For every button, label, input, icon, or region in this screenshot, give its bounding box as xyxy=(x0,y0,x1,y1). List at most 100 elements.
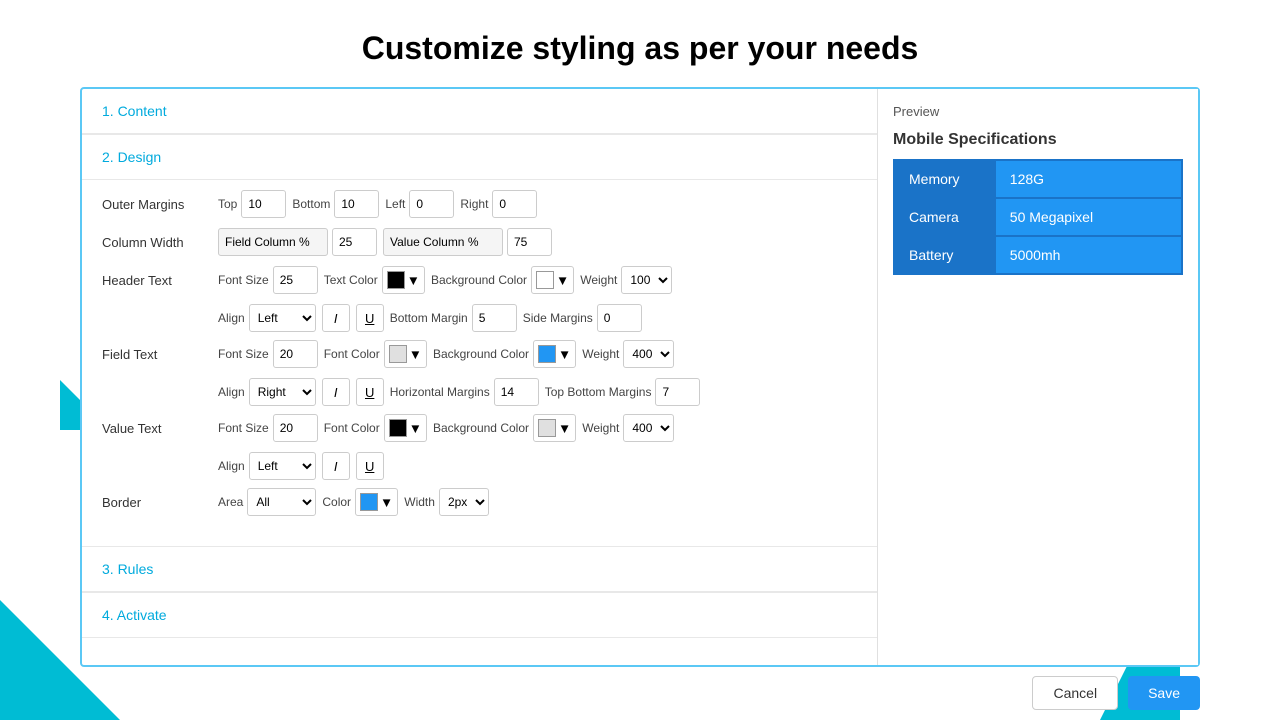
top-label: Top xyxy=(218,197,237,211)
border-color-swatch xyxy=(360,493,378,511)
value-fontcolor-swatch xyxy=(389,419,407,437)
header-weight-select[interactable]: 100400700 xyxy=(621,266,672,294)
header-textcolor-btn[interactable]: ▼ xyxy=(382,266,425,294)
value-bgcolor-btn[interactable]: ▼ xyxy=(533,414,576,442)
section-rules[interactable]: 3. Rules xyxy=(82,547,877,592)
value-align-label: Align xyxy=(218,459,245,473)
header-align-group: Align LeftCenterRight xyxy=(218,304,316,332)
bottom-input[interactable] xyxy=(334,190,379,218)
field-bgcolor-group: Background Color ▼ xyxy=(433,340,576,368)
value-fontcolor-group: Font Color ▼ xyxy=(324,414,427,442)
value-text-label: Value Text xyxy=(102,421,212,436)
field-fontcolor-chevron: ▼ xyxy=(409,347,422,362)
header-bottommargin-input[interactable] xyxy=(472,304,517,332)
border-color-chevron: ▼ xyxy=(380,495,393,510)
border-width-label: Width xyxy=(404,495,435,509)
header-fontsize-group: Font Size xyxy=(218,266,318,294)
value-fontsize-group: Font Size xyxy=(218,414,318,442)
header-bgcolor-group: Background Color ▼ xyxy=(431,266,574,294)
value-weight-select[interactable]: 400100700 xyxy=(623,414,674,442)
field-fontcolor-btn[interactable]: ▼ xyxy=(384,340,427,368)
field-text-label: Field Text xyxy=(102,347,212,362)
header-bgcolor-btn[interactable]: ▼ xyxy=(531,266,574,294)
value-text-row2: Align LeftCenterRight I U xyxy=(218,452,857,480)
value-text-row1: Value Text Font Size Font Color ▼ Backgr… xyxy=(102,414,857,442)
value-align-group: Align LeftCenterRight xyxy=(218,452,316,480)
value-align-select[interactable]: LeftCenterRight xyxy=(249,452,316,480)
field-fontsize-label: Font Size xyxy=(218,347,269,361)
border-color-label: Color xyxy=(322,495,351,509)
header-weight-label: Weight xyxy=(580,273,617,287)
value-fontcolor-btn[interactable]: ▼ xyxy=(384,414,427,442)
border-color-btn[interactable]: ▼ xyxy=(355,488,398,516)
preview-section-title: Mobile Specifications xyxy=(893,131,1183,149)
right-input[interactable] xyxy=(492,190,537,218)
header-bottommargin-label: Bottom Margin xyxy=(390,311,468,325)
value-col-value[interactable] xyxy=(507,228,552,256)
header-sidemargins-input[interactable] xyxy=(597,304,642,332)
header-weight-group: Weight 100400700 xyxy=(580,266,672,294)
value-fontcolor-label: Font Color xyxy=(324,421,380,435)
field-italic-btn[interactable]: I xyxy=(322,378,350,406)
field-col-value[interactable] xyxy=(332,228,377,256)
field-cell: Battery xyxy=(894,236,995,274)
field-align-group: Align RightLeftCenter xyxy=(218,378,316,406)
column-width-label: Column Width xyxy=(102,235,212,250)
header-underline-btn[interactable]: U xyxy=(356,304,384,332)
field-fontcolor-swatch xyxy=(389,345,407,363)
field-fontsize-input[interactable] xyxy=(273,340,318,368)
value-italic-btn[interactable]: I xyxy=(322,452,350,480)
field-topbottommargins-label: Top Bottom Margins xyxy=(545,385,652,399)
right-group: Right xyxy=(460,190,537,218)
field-bgcolor-chevron: ▼ xyxy=(558,347,571,362)
left-group: Left xyxy=(385,190,454,218)
field-bgcolor-label: Background Color xyxy=(433,347,529,361)
header-align-label: Align xyxy=(218,311,245,325)
right-panel: Preview Mobile Specifications Memory128G… xyxy=(878,89,1198,665)
table-row: Battery5000mh xyxy=(894,236,1182,274)
header-align-select[interactable]: LeftCenterRight xyxy=(249,304,316,332)
main-container: 1. Content 2. Design Outer Margins Top B… xyxy=(80,87,1200,667)
top-input[interactable] xyxy=(241,190,286,218)
value-weight-group: Weight 400100700 xyxy=(582,414,674,442)
cancel-button[interactable]: Cancel xyxy=(1032,676,1118,710)
value-cell: 50 Megapixel xyxy=(995,198,1182,236)
header-sidemargins-label: Side Margins xyxy=(523,311,593,325)
header-italic-btn[interactable]: I xyxy=(322,304,350,332)
field-underline-btn[interactable]: U xyxy=(356,378,384,406)
table-row: Memory128G xyxy=(894,160,1182,198)
preview-table: Memory128GCamera50 MegapixelBattery5000m… xyxy=(893,159,1183,275)
value-fontsize-label: Font Size xyxy=(218,421,269,435)
value-fontsize-input[interactable] xyxy=(273,414,318,442)
save-button[interactable]: Save xyxy=(1128,676,1200,710)
field-bgcolor-swatch xyxy=(538,345,556,363)
header-bgcolor-swatch xyxy=(536,271,554,289)
field-weight-select[interactable]: 400100700 xyxy=(623,340,674,368)
section-activate[interactable]: 4. Activate xyxy=(82,593,877,638)
header-bgcolor-label: Background Color xyxy=(431,273,527,287)
header-textcolor-swatch xyxy=(387,271,405,289)
header-fontsize-input[interactable] xyxy=(273,266,318,294)
left-input[interactable] xyxy=(409,190,454,218)
value-fontcolor-chevron: ▼ xyxy=(409,421,422,436)
border-width-select[interactable]: 2px1px3px4px xyxy=(439,488,489,516)
value-underline-btn[interactable]: U xyxy=(356,452,384,480)
preview-title: Preview xyxy=(893,104,1183,119)
left-panel: 1. Content 2. Design Outer Margins Top B… xyxy=(82,89,878,665)
section-design[interactable]: 2. Design xyxy=(82,135,877,180)
section-content[interactable]: 1. Content xyxy=(82,89,877,134)
border-width-group: Width 2px1px3px4px xyxy=(404,488,489,516)
field-horizmargins-input[interactable] xyxy=(494,378,539,406)
header-fontsize-label: Font Size xyxy=(218,273,269,287)
field-align-select[interactable]: RightLeftCenter xyxy=(249,378,316,406)
field-text-row1: Field Text Font Size Font Color ▼ Backgr… xyxy=(102,340,857,368)
border-area-group: Area AllTopBottomLeftRight xyxy=(218,488,316,516)
border-area-select[interactable]: AllTopBottomLeftRight xyxy=(247,488,316,516)
field-topbottommargins-input[interactable] xyxy=(655,378,700,406)
header-textcolor-label: Text Color xyxy=(324,273,378,287)
field-text-row2: Align RightLeftCenter I U Horizontal Mar… xyxy=(218,378,857,406)
field-bgcolor-btn[interactable]: ▼ xyxy=(533,340,576,368)
header-text-label: Header Text xyxy=(102,273,212,288)
border-row: Border Area AllTopBottomLeftRight Color … xyxy=(102,488,857,516)
field-col-input-label xyxy=(218,228,328,256)
